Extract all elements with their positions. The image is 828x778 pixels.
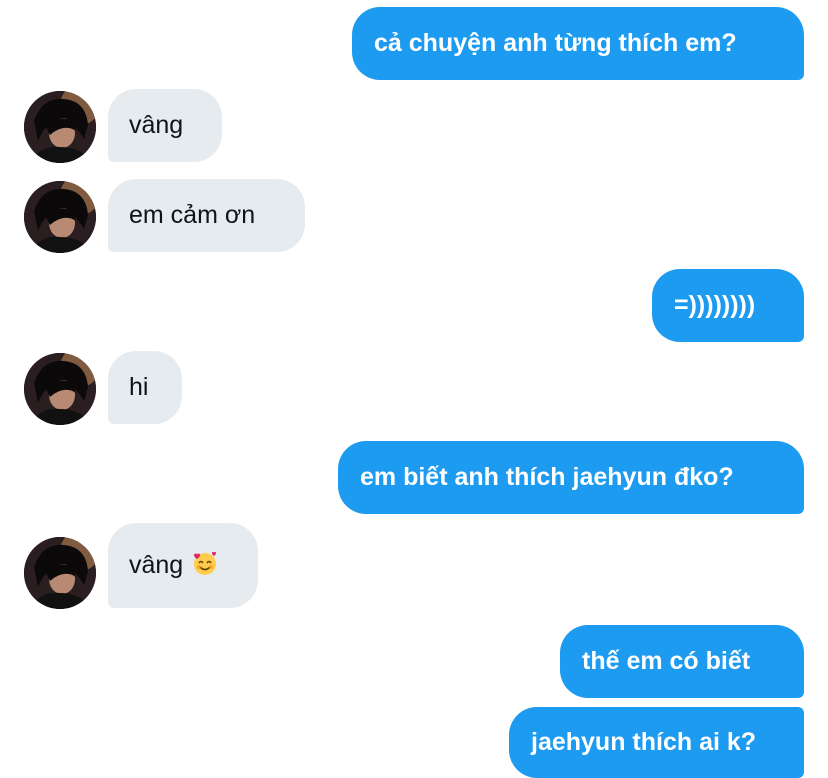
avatar-image (24, 353, 96, 425)
avatar-image (24, 91, 96, 163)
sent-message-bubble[interactable]: thế em có biết (560, 625, 804, 698)
received-message-bubble[interactable]: vâng (108, 89, 222, 162)
sent-message-bubble[interactable]: jaehyun thích ai k? (509, 707, 804, 778)
message-text: em cảm ơn (129, 201, 256, 229)
contact-avatar[interactable] (24, 353, 96, 425)
message-text: vâng (129, 111, 184, 139)
received-message-bubble[interactable]: hi (108, 351, 182, 424)
avatar-image (24, 537, 96, 609)
contact-avatar[interactable] (24, 91, 96, 163)
contact-avatar[interactable] (24, 181, 96, 253)
received-message-bubble[interactable]: vâng (108, 523, 258, 608)
message-text: em biết anh thích jaehyun đko? (360, 463, 734, 491)
message-text: =)))))))) (674, 291, 756, 319)
smiling-face-with-hearts-icon (191, 549, 219, 582)
received-message-bubble[interactable]: em cảm ơn (108, 179, 305, 252)
sent-message-bubble[interactable]: em biết anh thích jaehyun đko? (338, 441, 804, 514)
message-text: thế em có biết (582, 647, 751, 675)
avatar-image (24, 181, 96, 253)
message-text: cả chuyện anh từng thích em? (374, 29, 737, 57)
conversation-thread: cả chuyện anh từng thích em? vâng em cảm… (0, 0, 828, 778)
message-text: vâng (129, 551, 184, 579)
message-text: jaehyun thích ai k? (531, 728, 757, 756)
sent-message-bubble[interactable]: cả chuyện anh từng thích em? (352, 7, 804, 80)
contact-avatar[interactable] (24, 537, 96, 609)
sent-message-bubble[interactable]: =)))))))) (652, 269, 804, 342)
message-text: hi (129, 373, 149, 401)
